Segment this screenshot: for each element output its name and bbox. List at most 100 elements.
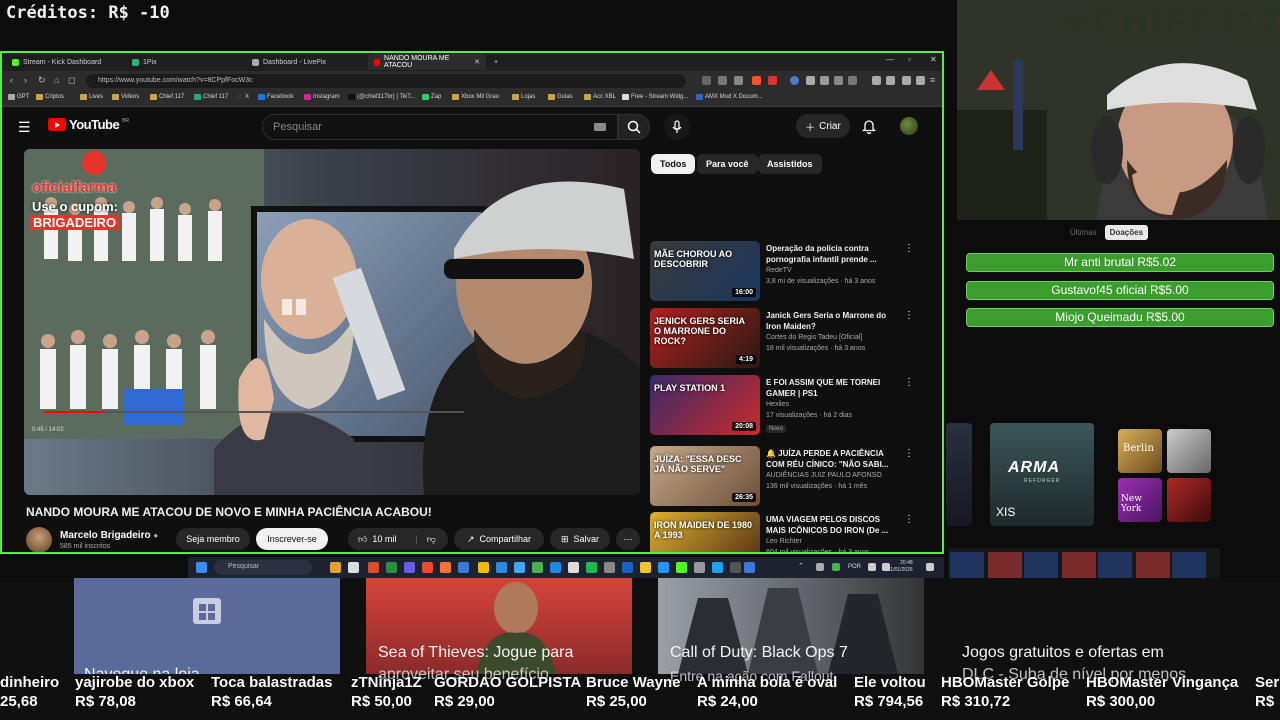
close-tab-icon[interactable]: ✕ — [474, 58, 480, 66]
youtube-logo[interactable]: YouTube BR — [48, 117, 129, 132]
hamburger-menu-icon[interactable]: ☰ — [18, 119, 32, 136]
store-card-browse[interactable]: Navegue na loja — [74, 578, 340, 674]
extension-icon[interactable] — [820, 76, 829, 85]
more-options-icon[interactable]: ⋮ — [904, 377, 914, 388]
chip-all[interactable]: Todos — [651, 154, 696, 174]
edge-icon[interactable] — [496, 562, 507, 573]
notifications-icon[interactable] — [926, 563, 934, 571]
kick-icon[interactable] — [676, 562, 687, 573]
steam-icon[interactable] — [550, 562, 561, 573]
maximize-icon[interactable]: ▫ — [908, 55, 911, 64]
app-icon[interactable] — [744, 562, 755, 573]
app-icon[interactable] — [694, 562, 705, 573]
close-window-icon[interactable]: ✕ — [930, 55, 937, 64]
home-icon[interactable]: ⌂ — [54, 75, 59, 85]
app-icon[interactable] — [622, 562, 633, 573]
bookmark-item[interactable]: Chief 117 — [194, 94, 228, 100]
back-icon[interactable]: ‹ — [10, 75, 13, 85]
recommendation-item[interactable]: JUÍZA: "ESSA DESC JÁ NÃO SERVE" 26:35 🔔 JU… — [650, 446, 920, 508]
tray-chevron-icon[interactable]: ⌃ — [798, 562, 804, 570]
dislike-icon[interactable]: 👎︎ — [427, 534, 436, 545]
extension-icon[interactable] — [834, 76, 843, 85]
recommendation-title[interactable]: 🔔 JUÍZA PERDE A PACIÊNCIA COM RÉU CÍNICO… — [766, 448, 901, 470]
extension-icon[interactable] — [848, 76, 857, 85]
tab-donations[interactable]: Doações — [1104, 225, 1149, 240]
extension-icon[interactable] — [702, 76, 711, 85]
channel-name[interactable]: Marcelo Brigadeiro ● — [60, 530, 158, 541]
game-tile[interactable] — [1167, 478, 1211, 522]
save-button[interactable]: ⊞ Salvar — [550, 528, 610, 550]
more-options-icon[interactable]: ⋮ — [904, 448, 914, 459]
app-icon[interactable] — [658, 562, 669, 573]
recommendation-item[interactable]: JENICK GERS SERIA O MARRONE DO ROCK? 4:19… — [650, 308, 920, 370]
recommendation-item[interactable]: PLAY STATION 1 20:08 E FOI ASSIM QUE ME TO… — [650, 375, 920, 437]
bookmark-item[interactable]: Guias — [548, 94, 573, 100]
bookmark-item[interactable]: Criptos — [36, 94, 64, 100]
recommendation-thumbnail[interactable]: JENICK GERS SERIA O MARRONE DO ROCK? 4:19 — [650, 308, 760, 368]
chip-watched[interactable]: Assistidos — [758, 154, 822, 174]
search-input[interactable]: Pesquisar — [262, 114, 618, 140]
more-actions-button[interactable]: ⋯ — [616, 528, 640, 550]
url-field[interactable]: https://www.youtube.com/watch?v=8CPpfFoc… — [86, 74, 686, 88]
chrome-icon[interactable] — [478, 562, 489, 573]
subscribe-button[interactable]: Inscrever-se — [256, 528, 328, 550]
user-avatar[interactable] — [900, 117, 918, 135]
extension-icon[interactable] — [886, 76, 895, 85]
language-indicator[interactable]: POR — [848, 564, 861, 570]
recommendation-thumbnail[interactable]: MÃE CHOROU AO DESCOBRIR 16:00 — [650, 241, 760, 301]
recommendation-item[interactable]: IRON MAIDEN DE 1980 A 199321:29 UMA VIAGE… — [650, 512, 920, 552]
recommendation-title[interactable]: UMA VIAGEM PELOS DISCOS MAIS ICÔNICOS DO… — [766, 514, 901, 536]
bookmark-item[interactable]: AMX Mod X Docum... — [696, 94, 763, 100]
bookmark-item[interactable]: Facebook — [258, 94, 293, 100]
app-icon[interactable] — [604, 562, 615, 573]
tab-kick-dashboard[interactable]: Stream - Kick Dashboard — [6, 54, 116, 70]
bookmark-item[interactable]: Instagram — [304, 94, 340, 100]
like-count[interactable]: 10 mil — [372, 534, 396, 544]
spotify-icon[interactable] — [586, 562, 597, 573]
new-tab-button[interactable]: + — [488, 54, 504, 70]
app-icon[interactable] — [330, 562, 341, 573]
video-player[interactable]: oficialfarma Use o cupom: BRIGADEIRO 0:4… — [24, 149, 640, 495]
tab-latest[interactable]: Últimas — [1070, 225, 1097, 240]
bookmark-item[interactable]: Free - Stream Widg... — [622, 94, 688, 100]
extension-icon[interactable] — [768, 76, 777, 85]
app-icon[interactable] — [730, 562, 741, 573]
extension-icon[interactable] — [718, 76, 727, 85]
more-options-icon[interactable]: ⋮ — [904, 514, 914, 525]
tab-livepix[interactable]: Dashboard - LivePix — [246, 54, 361, 70]
forward-icon[interactable]: › — [24, 75, 27, 85]
app-icon[interactable] — [386, 562, 397, 573]
tray-icon[interactable] — [832, 563, 840, 571]
recommendation-thumbnail[interactable]: PLAY STATION 1 20:08 — [650, 375, 760, 435]
recommendation-channel[interactable]: Leo Richter — [766, 538, 802, 545]
extension-icon[interactable] — [902, 76, 911, 85]
recommendation-channel[interactable]: RedeTV — [766, 267, 792, 274]
channel-avatar[interactable] — [26, 527, 52, 552]
recommendation-channel[interactable]: Hexiles — [766, 401, 789, 408]
recommendation-title[interactable]: Janick Gers Seria o Marrone do Iron Maid… — [766, 310, 901, 332]
firefox-icon[interactable] — [440, 562, 451, 573]
recommendation-title[interactable]: Operação da polícia contra pornografia i… — [766, 243, 901, 265]
app-icon[interactable] — [422, 562, 433, 573]
game-tile-berlin[interactable]: Berlin — [1118, 429, 1162, 473]
notifications-button[interactable] — [861, 118, 877, 139]
game-tile[interactable] — [946, 423, 972, 526]
bookmark-item[interactable]: Lives — [80, 94, 103, 100]
tab-youtube-active[interactable]: NANDO MOURA ME ATACOU ✕ — [368, 54, 486, 70]
bookmark-item[interactable]: Lojas — [512, 94, 535, 100]
tray-icon[interactable] — [816, 563, 824, 571]
app-icon[interactable] — [532, 562, 543, 573]
taskbar-clock[interactable]: 20:48 11/01/2026 — [888, 560, 913, 574]
recommendation-channel[interactable]: AUDIÊNCIAS JUIZ PAULO AFONSO — [766, 472, 882, 479]
taskbar-search[interactable]: Pesquisar — [214, 560, 312, 575]
bookmark-item[interactable]: Chief 117 — [150, 94, 184, 100]
chip-for-you[interactable]: Para você — [697, 154, 758, 174]
join-button[interactable]: Seja membro — [176, 528, 250, 550]
app-icon[interactable] — [514, 562, 525, 573]
voice-search-button[interactable] — [664, 114, 690, 140]
bookmark-item[interactable]: X — [236, 94, 249, 100]
folder-icon[interactable] — [640, 562, 651, 573]
more-options-icon[interactable]: ⋮ — [904, 243, 914, 254]
profile-extension-icon[interactable] — [790, 76, 799, 85]
app-icon[interactable] — [348, 562, 359, 573]
